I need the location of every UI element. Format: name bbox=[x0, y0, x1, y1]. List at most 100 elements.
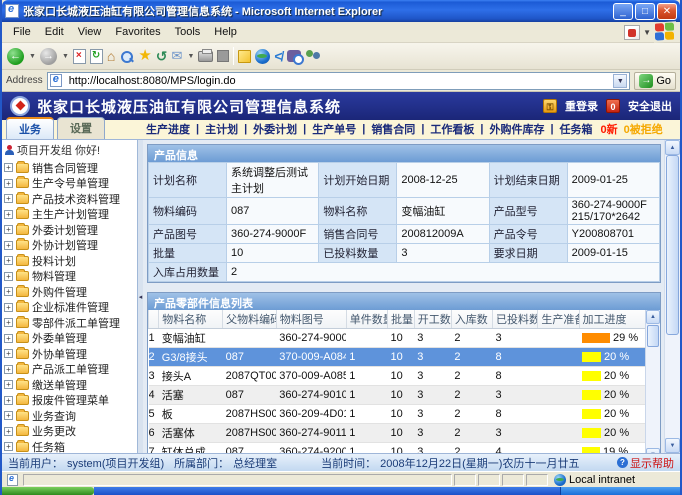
nav-item-3[interactable]: 生产单号 bbox=[312, 121, 356, 137]
expand-icon[interactable]: + bbox=[4, 272, 13, 281]
expand-icon[interactable]: + bbox=[4, 210, 13, 219]
expand-icon[interactable]: + bbox=[4, 396, 13, 405]
adobe-pdf-dropdown-icon[interactable]: ▼ bbox=[643, 28, 651, 37]
sidebar-item-1[interactable]: +生产令号单管理 bbox=[4, 176, 137, 192]
parts-table-row[interactable]: 6活塞体2087HS002360-274-9011W11032320 % bbox=[149, 424, 646, 443]
parts-table-row[interactable]: 2G3/8接头087370-009-A084011032820 % bbox=[149, 348, 646, 367]
mail-button[interactable]: ✉ bbox=[172, 48, 183, 64]
start-button[interactable] bbox=[2, 487, 94, 495]
sidebar-item-3[interactable]: +主生产计划管理 bbox=[4, 207, 137, 223]
messenger-button[interactable] bbox=[305, 49, 321, 63]
sidebar-item-4[interactable]: +外委计划管理 bbox=[4, 222, 137, 238]
expand-icon[interactable]: + bbox=[4, 163, 13, 172]
sidebar-item-17[interactable]: +业务更改 bbox=[4, 424, 137, 440]
column-header-6[interactable]: 入库数 bbox=[451, 310, 492, 329]
windows-taskbar[interactable] bbox=[2, 487, 680, 495]
sidebar-item-18[interactable]: +任务箱 bbox=[4, 439, 137, 453]
address-input[interactable]: http://localhost:8080/MPS/login.do ▼ bbox=[47, 72, 631, 90]
sidebar-item-12[interactable]: +外协单管理 bbox=[4, 346, 137, 362]
sidebar-item-7[interactable]: +物料管理 bbox=[4, 269, 137, 285]
column-header-2[interactable]: 物料图号 bbox=[276, 310, 346, 329]
back-dropdown-icon[interactable]: ▼ bbox=[29, 53, 36, 60]
browser-globe-button[interactable] bbox=[255, 49, 270, 64]
search-button[interactable] bbox=[119, 49, 134, 64]
parts-table-row[interactable]: 4活塞087360-274-9010F11032320 % bbox=[149, 386, 646, 405]
scroll-thumb[interactable] bbox=[666, 155, 679, 335]
mail-dropdown-icon[interactable]: ▼ bbox=[187, 53, 194, 60]
sidebar-item-16[interactable]: +业务查询 bbox=[4, 408, 137, 424]
parts-table-row[interactable]: 5板2087HS002360-209-4D01011032820 % bbox=[149, 405, 646, 424]
edit-button[interactable] bbox=[217, 50, 229, 62]
sidebar-item-14[interactable]: +缴送单管理 bbox=[4, 377, 137, 393]
menu-item-view[interactable]: View bbox=[71, 24, 109, 40]
menu-item-edit[interactable]: Edit bbox=[38, 24, 71, 40]
sidebar-item-0[interactable]: +销售合同管理 bbox=[4, 160, 137, 176]
forward-button[interactable]: → bbox=[40, 48, 57, 65]
expand-icon[interactable]: + bbox=[4, 256, 13, 265]
address-dropdown-icon[interactable]: ▼ bbox=[613, 74, 627, 88]
favorites-button[interactable]: ★ bbox=[138, 48, 151, 64]
forward-dropdown-icon[interactable]: ▼ bbox=[62, 53, 69, 60]
parts-table-row[interactable]: 7缸体总成087360-274-9200F11032419 % bbox=[149, 443, 646, 454]
notes-button[interactable] bbox=[238, 50, 251, 63]
minimize-button[interactable]: _ bbox=[613, 3, 633, 20]
expand-icon[interactable]: + bbox=[4, 318, 13, 327]
page-vertical-scrollbar[interactable]: ▲ ▼ bbox=[664, 140, 680, 453]
column-header-9[interactable]: 加工进度 bbox=[579, 310, 645, 329]
menu-item-file[interactable]: File bbox=[6, 24, 38, 40]
expand-icon[interactable]: + bbox=[4, 179, 13, 188]
tab-business[interactable]: 业务 bbox=[6, 117, 54, 139]
parts-table-row[interactable]: 3接头A2087QT002370-009-A085011032820 % bbox=[149, 367, 646, 386]
parts-table-row[interactable]: 1变幅油缸360-274-9000F1032329 % bbox=[149, 329, 646, 348]
close-button[interactable]: ✕ bbox=[657, 3, 677, 20]
expand-icon[interactable]: + bbox=[4, 380, 13, 389]
research-button[interactable] bbox=[287, 50, 301, 62]
show-help-link[interactable]: ? 显示帮助 bbox=[617, 455, 674, 471]
sidebar-item-13[interactable]: +产品派工单管理 bbox=[4, 362, 137, 378]
sidebar-item-10[interactable]: +零部件派工单管理 bbox=[4, 315, 137, 331]
scroll-thumb[interactable] bbox=[647, 325, 659, 347]
relogin-button[interactable]: 重登录 bbox=[565, 98, 598, 114]
expand-icon[interactable]: + bbox=[4, 365, 13, 374]
menu-item-favorites[interactable]: Favorites bbox=[108, 24, 167, 40]
sidebar-item-15[interactable]: +报废件管理菜单 bbox=[4, 393, 137, 409]
expand-icon[interactable]: + bbox=[4, 225, 13, 234]
sidebar-item-2[interactable]: +产品技术资料管理 bbox=[4, 191, 137, 207]
print-button[interactable] bbox=[198, 51, 213, 62]
menu-item-tools[interactable]: Tools bbox=[168, 24, 208, 40]
scroll-down-icon[interactable]: ▼ bbox=[665, 438, 680, 453]
menu-item-help[interactable]: Help bbox=[207, 24, 244, 40]
refresh-button[interactable] bbox=[90, 49, 103, 64]
column-header-1[interactable]: 父物料编码 bbox=[223, 310, 277, 329]
sidebar-item-6[interactable]: +投料计划 bbox=[4, 253, 137, 269]
messenger-arrow-button[interactable]: ≮ bbox=[274, 48, 282, 64]
nav-item-4[interactable]: 销售合同 bbox=[371, 121, 415, 137]
expand-icon[interactable]: + bbox=[4, 442, 13, 451]
stop-button[interactable] bbox=[73, 49, 86, 64]
nav-item-0[interactable]: 生产进度 bbox=[146, 121, 190, 137]
parts-vertical-scrollbar[interactable]: ▲ ▼ bbox=[645, 310, 660, 453]
tab-settings[interactable]: 设置 bbox=[57, 117, 105, 139]
nav-item-7[interactable]: 任务箱 bbox=[560, 121, 593, 137]
nav-item-1[interactable]: 主计划 bbox=[205, 121, 238, 137]
column-header-7[interactable]: 已投料数 bbox=[493, 310, 538, 329]
nav-item-6[interactable]: 外购件库存 bbox=[489, 121, 544, 137]
adobe-pdf-icon[interactable] bbox=[624, 25, 640, 40]
expand-icon[interactable]: + bbox=[4, 241, 13, 250]
maximize-button[interactable]: □ bbox=[635, 3, 655, 20]
expand-icon[interactable]: + bbox=[4, 303, 13, 312]
sidebar-item-8[interactable]: +外购件管理 bbox=[4, 284, 137, 300]
back-button[interactable]: ← bbox=[7, 48, 24, 65]
sidebar-item-11[interactable]: +外委单管理 bbox=[4, 331, 137, 347]
expand-icon[interactable]: + bbox=[4, 349, 13, 358]
nav-item-5[interactable]: 工作看板 bbox=[430, 121, 474, 137]
scroll-up-icon[interactable]: ▲ bbox=[665, 140, 680, 155]
home-button[interactable]: ⌂ bbox=[107, 48, 115, 64]
sidebar-item-9[interactable]: +企业标准件管理 bbox=[4, 300, 137, 316]
go-button[interactable]: → Go bbox=[634, 72, 676, 90]
column-header-3[interactable]: 单件数量 bbox=[346, 310, 387, 329]
expand-icon[interactable]: + bbox=[4, 194, 13, 203]
column-header-8[interactable]: 生产准备 bbox=[538, 310, 579, 329]
column-header-5[interactable]: 开工数 bbox=[414, 310, 451, 329]
history-button[interactable]: ↺ bbox=[156, 48, 168, 64]
